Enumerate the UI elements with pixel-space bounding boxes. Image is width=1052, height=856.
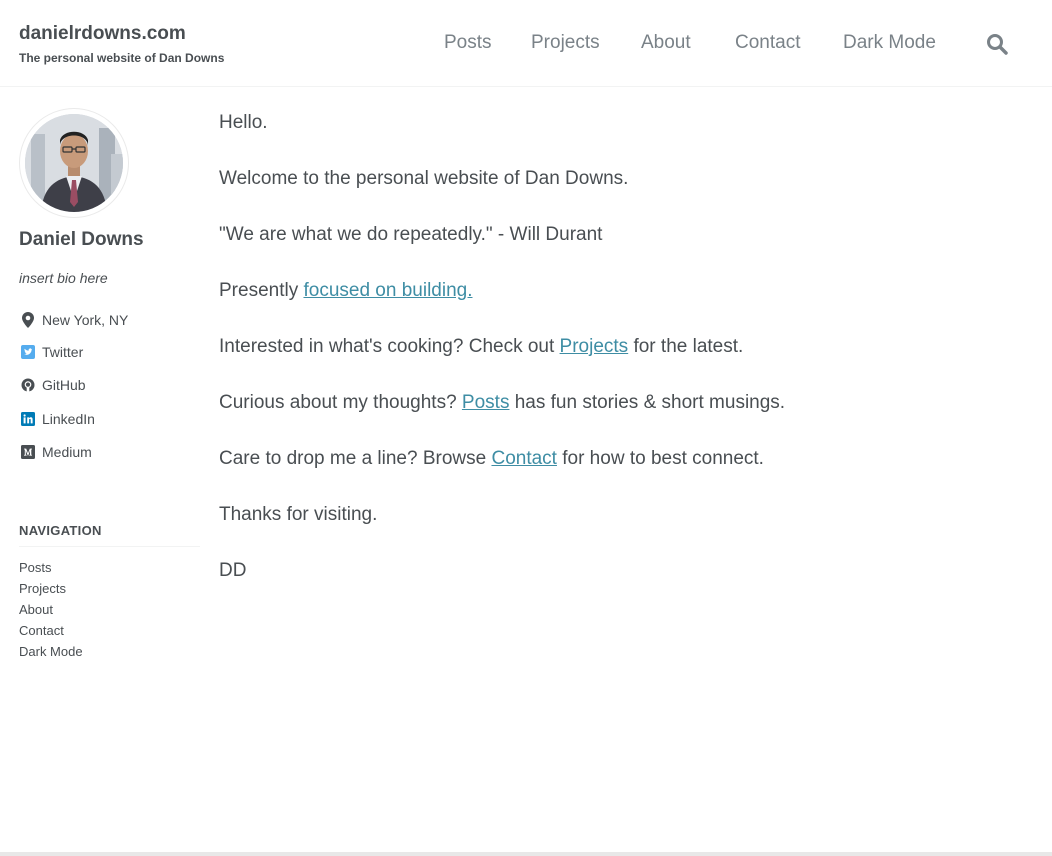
focus-text: Presently [219, 280, 304, 301]
sidebar-nav-dark-mode[interactable]: Dark Mode [19, 644, 83, 659]
bottom-scroll-edge [0, 852, 1052, 856]
author-location: New York, NY [19, 310, 128, 330]
projects-link[interactable]: Projects [560, 336, 629, 357]
posts-text-post: has fun stories & short musings. [509, 392, 786, 413]
sidebar-nav-posts[interactable]: Posts [19, 560, 52, 575]
nav-about[interactable]: About [641, 32, 691, 54]
search-icon [987, 34, 1008, 55]
avatar [25, 114, 123, 212]
map-marker-icon [19, 312, 37, 328]
posts-paragraph: Curious about my thoughts? Posts has fun… [219, 392, 785, 414]
twitter-label: Twitter [42, 344, 84, 360]
linkedin-icon [19, 411, 37, 427]
avatar-frame [19, 108, 129, 218]
sidebar-nav-contact[interactable]: Contact [19, 623, 64, 638]
contact-link[interactable]: Contact [491, 448, 556, 469]
nav-dark-mode[interactable]: Dark Mode [843, 32, 936, 54]
posts-text-pre: Curious about my thoughts? [219, 392, 462, 413]
thanks-paragraph: Thanks for visiting. [219, 504, 378, 525]
medium-label: Medium [42, 444, 92, 460]
author-bio: insert bio here [19, 270, 108, 286]
projects-text-pre: Interested in what's cooking? Check out [219, 336, 560, 357]
search-button[interactable] [985, 32, 1011, 58]
twitter-icon [19, 344, 37, 360]
sidebar-nav-about[interactable]: About [19, 602, 53, 617]
author-name: Daniel Downs [19, 229, 144, 250]
site-title[interactable]: danielrdowns.com [19, 23, 186, 45]
focused-on-building-link[interactable]: focused on building. [303, 280, 472, 301]
sidebar-nav-heading: NAVIGATION [19, 523, 200, 547]
github-link[interactable]: GitHub [19, 375, 86, 395]
site-subtitle: The personal website of Dan Downs [19, 51, 225, 65]
quote-paragraph: "We are what we do repeatedly." - Will D… [219, 224, 603, 245]
focus-paragraph: Presently focused on building. [219, 280, 473, 302]
welcome-paragraph: Welcome to the personal website of Dan D… [219, 168, 629, 189]
posts-link[interactable]: Posts [462, 392, 510, 413]
masthead: danielrdowns.com The personal website of… [0, 0, 1052, 87]
signature-paragraph: DD [219, 560, 247, 581]
greeting-paragraph: Hello. [219, 112, 268, 133]
projects-text-post: for the latest. [628, 336, 744, 357]
linkedin-label: LinkedIn [42, 411, 95, 427]
nav-projects[interactable]: Projects [531, 32, 600, 54]
location-label: New York, NY [42, 312, 129, 328]
contact-text-pre: Care to drop me a line? Browse [219, 448, 492, 469]
github-label: GitHub [42, 377, 86, 393]
sidebar-nav-projects[interactable]: Projects [19, 581, 66, 596]
medium-link[interactable]: Medium [19, 442, 92, 462]
twitter-link[interactable]: Twitter [19, 342, 83, 362]
medium-icon [19, 444, 37, 460]
linkedin-link[interactable]: LinkedIn [19, 409, 95, 429]
contact-paragraph: Care to drop me a line? Browse Contact f… [219, 448, 764, 470]
nav-posts[interactable]: Posts [444, 32, 492, 54]
projects-paragraph: Interested in what's cooking? Check out … [219, 336, 743, 358]
contact-text-post: for how to best connect. [556, 448, 764, 469]
nav-contact[interactable]: Contact [735, 32, 800, 54]
github-icon [19, 377, 37, 393]
